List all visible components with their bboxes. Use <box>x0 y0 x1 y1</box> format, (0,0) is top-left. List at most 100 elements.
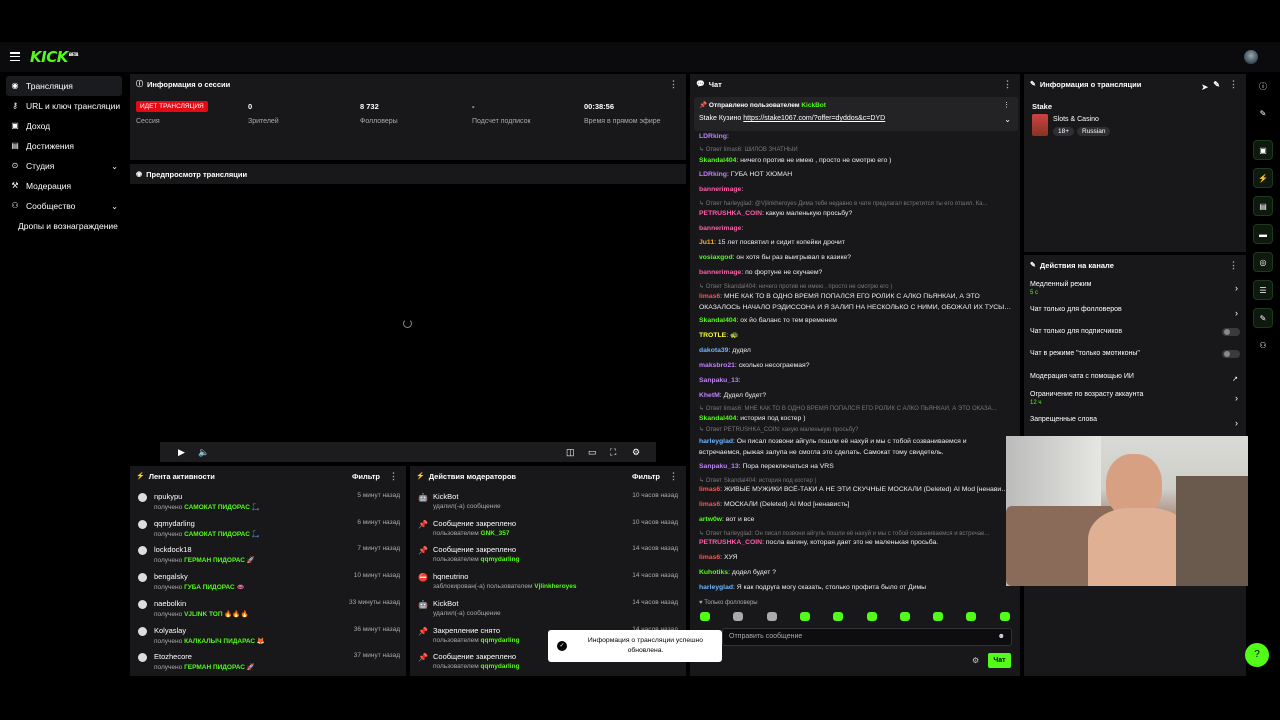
chat-reply-context[interactable]: ↳ Ответ limas6: ШИЛОВ ЗНАТНЫЙ <box>699 146 1011 155</box>
chevron-down-icon[interactable]: ⌄ <box>1004 115 1011 124</box>
chat-message[interactable]: KhetM: Дудел будет? <box>699 391 1011 400</box>
chat-message[interactable]: limas6: МНЕ КАК ТО В ОДНО ВРЕМЯ ПОПАЛСЯ … <box>699 292 1011 301</box>
chat-username[interactable]: artw0w <box>699 516 722 523</box>
chat-username[interactable]: maksbro21 <box>699 362 735 369</box>
chat-username[interactable]: LDRking <box>699 171 727 178</box>
emote-icon[interactable] <box>766 612 777 621</box>
activity-item[interactable]: lockdock18 7 минут назад получено ГЕРМАН П… <box>138 545 404 571</box>
chat-reply-context[interactable]: ↳ Ответ harleyglad: @Vjlinkheroyes Дима … <box>699 200 1011 209</box>
chat-message[interactable]: bannerimage: по фортуне не скучаем? <box>699 268 1011 277</box>
chat-username[interactable]: Skandal404 <box>699 157 736 164</box>
toggle-switch[interactable] <box>1222 350 1240 358</box>
user-avatar[interactable] <box>1244 50 1258 64</box>
chat-message[interactable]: dakota39: дудел <box>699 346 1011 355</box>
fullscreen-icon[interactable]: ⛶ <box>610 447 616 458</box>
emoji-icon[interactable]: ☻ <box>998 633 1005 640</box>
play-icon[interactable]: ▶ <box>178 447 185 458</box>
mod-action-item[interactable]: 🤖 KickBot 10 часов назад удалил(-а) сообщен… <box>418 492 682 518</box>
sidebar-item-drops[interactable]: Дропы и вознаграждение <box>0 216 128 236</box>
hamburger-menu-icon[interactable] <box>10 52 20 61</box>
chat-username[interactable]: KhetM <box>699 392 720 399</box>
chat-message[interactable]: bannerimage: <box>699 224 1011 233</box>
sidebar-item-income[interactable]: ▣ Доход <box>0 116 128 136</box>
tools-icon[interactable]: ✎ <box>1253 308 1273 328</box>
emote-icon[interactable] <box>966 612 977 621</box>
chat-message[interactable]: vosiaxgod: он хотя бы раз выигрывал в ка… <box>699 253 1011 262</box>
volume-icon[interactable]: 🔈 <box>198 447 209 458</box>
toggle-switch[interactable] <box>1222 328 1240 336</box>
chat-message[interactable]: artw0w: вот и все <box>699 515 1011 524</box>
activity-filter-button[interactable]: Фильтр <box>352 472 380 481</box>
chat-username[interactable]: vosiaxgod <box>699 254 733 261</box>
chat-username[interactable]: bannerimage <box>699 186 741 193</box>
chat-message[interactable]: Skandal404: ничего против не имею , прос… <box>699 156 1011 165</box>
chat-username[interactable]: PETRUSHKA_COIN <box>699 210 762 217</box>
chat-message[interactable]: Skandal404: ох йо баланс то тем временем <box>699 316 1011 325</box>
more-icon[interactable]: ⋮ <box>1003 79 1012 90</box>
channel-action-item[interactable]: Модерация чата с помощью ИИ ↗ <box>1030 373 1242 393</box>
broadcast-icon[interactable]: ◎ <box>1253 252 1273 272</box>
sidebar-item-broadcast[interactable]: ◉ Трансляция <box>6 76 122 96</box>
pinned-link[interactable]: https://stake1067.com/?offer=dyddos&c=DY… <box>743 115 885 122</box>
chat-message[interactable]: TROTLE: 🐢 <box>699 331 1011 340</box>
chat-username[interactable]: LDRking <box>699 133 727 140</box>
chat-username[interactable]: Ju11 <box>699 239 714 246</box>
chat-reply-context[interactable]: ↳ Ответ PETRUSHKA_COIN: какую маленькую … <box>699 426 1011 435</box>
channel-action-item[interactable]: Чат только для подписчиков <box>1030 328 1242 348</box>
chat-username[interactable]: bannerimage <box>699 269 741 276</box>
category-name[interactable]: Slots & Casino <box>1053 116 1099 123</box>
document-icon[interactable]: ▤ <box>1253 196 1273 216</box>
chat-message[interactable]: limas6: МОСКАЛИ (Deleted) AI Mod [ненави… <box>699 500 1011 509</box>
send-chat-button[interactable]: Чат <box>988 653 1011 668</box>
emote-icon[interactable] <box>933 612 944 621</box>
chat-username[interactable]: bannerimage <box>699 225 741 232</box>
chat-message[interactable]: LDRking: ГУБА НОТ ХЮМАН <box>699 170 1011 179</box>
chat-message[interactable]: Kuhotiks: додел будет ? <box>699 568 1011 577</box>
theater-icon[interactable]: ▭ <box>588 447 597 458</box>
mod-action-item[interactable]: 🤖 KickBot 14 часов назад удалил(-а) сообщен… <box>418 599 682 625</box>
emote-icon[interactable] <box>799 612 810 621</box>
activity-item[interactable]: qqmydarling 6 минут назад получено САМОКАТ… <box>138 519 404 545</box>
sidebar-item-achievements[interactable]: ▤ Достижения <box>0 136 128 156</box>
emote-icon[interactable] <box>833 612 844 621</box>
chat-username[interactable]: TROTLE <box>699 332 726 339</box>
camera-icon[interactable]: ▣ <box>1253 140 1273 160</box>
pencil-icon[interactable]: ✎ <box>1253 104 1273 124</box>
more-icon[interactable]: ⋮ <box>389 471 398 482</box>
list-icon[interactable]: ☰ <box>1253 280 1273 300</box>
chat-reply-context[interactable]: ↳ Ответ Skandal404: ничего против не име… <box>699 283 1011 292</box>
chat-message[interactable]: harleyglad: Я как подруга могу сказать, … <box>699 583 1011 592</box>
channel-action-item[interactable]: Медленный режим 5 с › <box>1030 281 1242 301</box>
activity-item[interactable]: Kolyaslay 36 минут назад получено КАЛКАЛЫЧ… <box>138 626 404 652</box>
mod-action-item[interactable]: 📌 Сообщение закреплено 10 часов назад польз… <box>418 519 682 545</box>
chat-username[interactable]: harleyglad <box>699 584 733 591</box>
chat-message[interactable]: limas6: ЖИВЫЕ МУЖИКИ ВСЁ-ТАКИ А НЕ ЭТИ С… <box>699 485 1011 494</box>
chat-message[interactable]: maksbro21: сколько несограемая? <box>699 361 1011 370</box>
chat-username[interactable]: harleyglad <box>699 438 733 445</box>
more-icon[interactable]: ⋮ <box>669 79 678 90</box>
chat-message[interactable]: limas6: ХУЯ <box>699 553 1011 562</box>
users-icon[interactable]: ⚇ <box>1253 336 1273 356</box>
chat-message[interactable]: Sanpaku_13: <box>699 376 1011 385</box>
sidebar-item-url-key[interactable]: ⚷ URL и ключ трансляции <box>0 96 128 116</box>
mod-filter-button[interactable]: Фильтр <box>632 472 660 481</box>
chat-username[interactable]: Skandal404 <box>699 415 736 422</box>
chat-username[interactable]: limas6 <box>699 554 720 561</box>
chat-message[interactable]: Sanpaku_13: Пора переключаться на VRS <box>699 462 1011 471</box>
bolt-icon[interactable]: ⚡ <box>1253 168 1273 188</box>
chat-username[interactable]: PETRUSHKA_COIN <box>699 539 762 546</box>
more-icon[interactable]: ⋮ <box>1229 260 1238 271</box>
activity-item[interactable]: bengalsky 10 минут назад получено ГУБА ПИД… <box>138 572 404 598</box>
activity-item[interactable]: naebolkin 33 минуты назад получено VJLINK … <box>138 599 404 625</box>
emote-icon[interactable] <box>733 612 744 621</box>
pinned-message[interactable]: 📌 Отправлено пользователем KickBot Stake… <box>694 97 1018 131</box>
chat-message[interactable]: harleyglad: Он писал позвони айгуль пошл… <box>699 437 1011 446</box>
emote-icon[interactable] <box>899 612 910 621</box>
emote-icon[interactable] <box>700 612 710 621</box>
help-icon[interactable]: ? <box>1245 643 1269 667</box>
chat-icon[interactable]: ▬ <box>1253 224 1273 244</box>
chat-username[interactable]: Sanpaku_13 <box>699 463 739 470</box>
chat-username[interactable]: Kuhotiks <box>699 569 728 576</box>
chat-message[interactable]: Ju11: 15 лет посвятил и сидит копейки др… <box>699 238 1011 247</box>
channel-action-item[interactable]: Ограничение по возрасту аккаунта 12 ч › <box>1030 391 1242 411</box>
